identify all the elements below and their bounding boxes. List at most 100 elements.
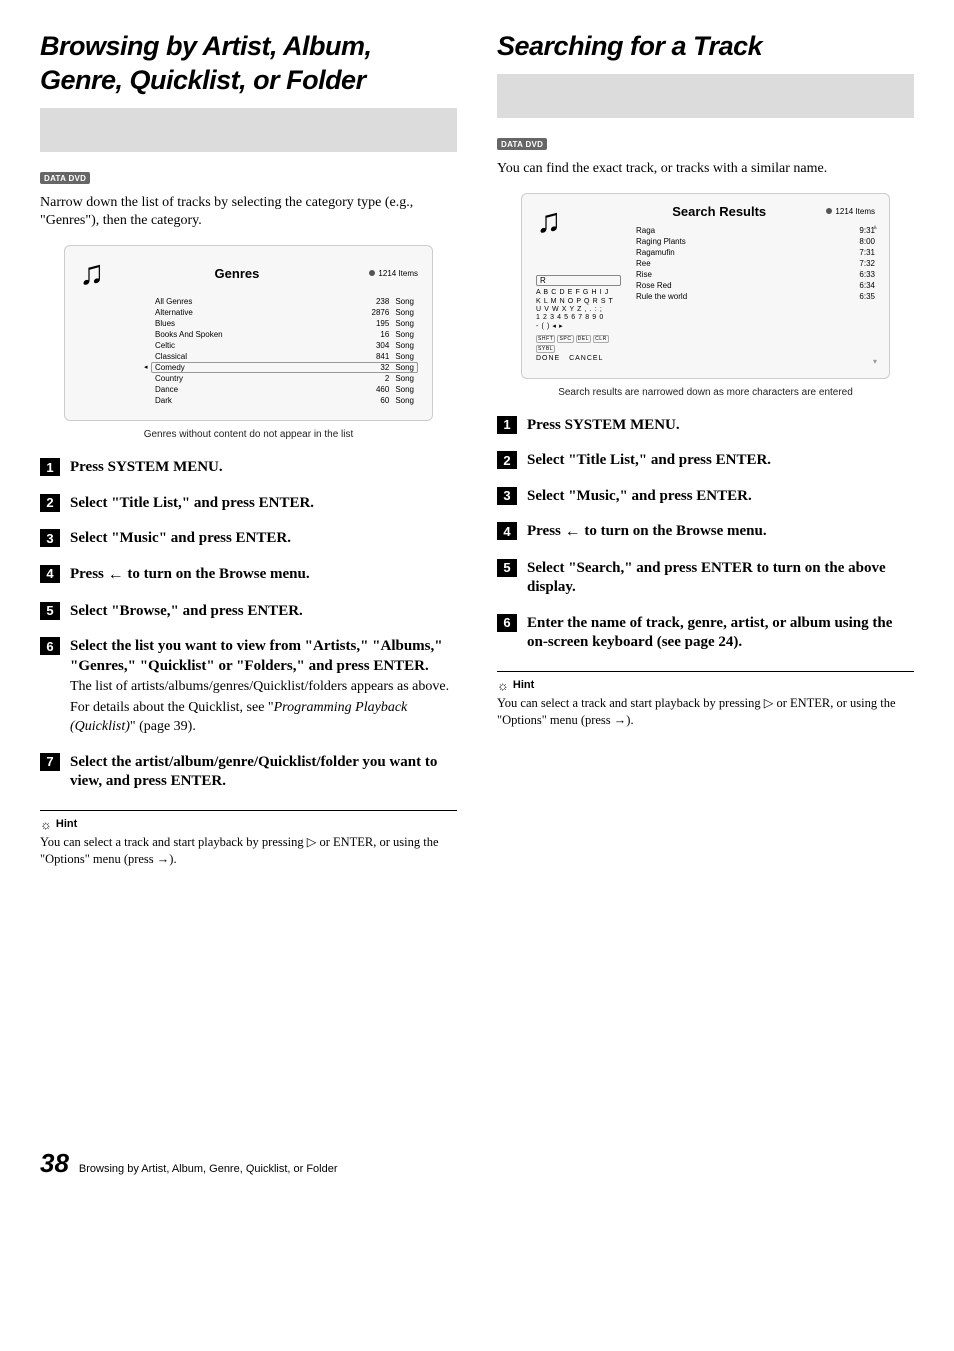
step: 7 Select the artist/album/genre/Quicklist… [40,753,457,792]
search-result-row[interactable]: Rose Red6:34 [636,280,875,291]
search-input-box[interactable]: R [536,275,621,287]
genre-list: All Genres238SongAlternative2876SongBlue… [151,296,418,406]
search-result-row[interactable]: Raga9:31 [636,225,875,236]
gray-bar [497,74,914,118]
right-column: Searching for a Track DATA DVD You can f… [497,30,914,868]
step-title: Select "Music," and press ENTER. [527,487,914,507]
genre-row[interactable]: Classical841Song [151,351,418,362]
step-title: Press SYSTEM MENU. [70,458,457,478]
step-number: 3 [497,487,517,505]
step: 1 Press SYSTEM MENU. [497,416,914,436]
scroll-up-icon: ▴ [873,222,877,231]
step-number: 6 [40,637,60,655]
genre-row[interactable]: Celtic304Song [151,340,418,351]
step-title: Select "Search," and press ENTER to turn… [527,559,914,598]
step-title: Press ← to turn on the Browse menu. [70,565,457,586]
cancel-button[interactable]: CANCEL [569,355,603,362]
divider [497,671,914,672]
step-number: 6 [497,614,517,632]
heading-searching: Searching for a Track [497,30,914,64]
hint-text: You can select a track and start playbac… [497,695,914,729]
hint-heading: Hint [497,678,914,693]
search-result-row[interactable]: Rule the world6:35 [636,291,875,302]
step-number: 5 [497,559,517,577]
right-steps: 1 Press SYSTEM MENU. 2 Select "Title List,"… [497,416,914,653]
footer: 38 Browsing by Artist, Album, Genre, Qui… [40,1148,914,1179]
kb-sybl-button[interactable]: SYBL [536,345,555,353]
genre-row[interactable]: Books And Spoken16Song [151,329,418,340]
step-title: Select the artist/album/genre/Quicklist/… [70,753,457,792]
kb-spc-button[interactable]: SPC [557,335,573,343]
step: 2 Select "Title List," and press ENTER. [40,494,457,514]
search-caption: Search results are narrowed down as more… [497,387,914,398]
step-title: Select "Music" and press ENTER. [70,529,457,549]
scroll-down-icon: ▾ [873,357,877,366]
screenshot-title: Search Results [626,204,812,219]
step-number: 1 [497,416,517,434]
step-number: 2 [40,494,60,512]
step: 5 Select "Browse," and press ENTER. [40,602,457,622]
data-dvd-tag: DATA DVD [497,138,547,150]
gray-bar [40,108,457,152]
step: 6 Enter the name of track, genre, artist,… [497,614,914,653]
step-number: 4 [497,522,517,540]
step-title: Enter the name of track, genre, artist, … [527,614,914,653]
footer-title: Browsing by Artist, Album, Genre, Quickl… [79,1163,338,1175]
step-note: For details about the Quicklist, see "Pr… [70,699,457,737]
genres-screenshot: ♫ Genres 1214 Items All Genres238SongAlt… [64,245,433,421]
search-result-row[interactable]: Raging Plants8:00 [636,236,875,247]
search-result-row[interactable]: Ree7:32 [636,258,875,269]
step-title: Select "Browse," and press ENTER. [70,602,457,622]
step-title: Press ← to turn on the Browse menu. [527,522,914,543]
step: 2 Select "Title List," and press ENTER. [497,451,914,471]
genres-caption: Genres without content do not appear in … [40,429,457,440]
step-title: Press SYSTEM MENU. [527,416,914,436]
step: 1 Press SYSTEM MENU. [40,458,457,478]
search-screenshot: ♫ Search Results 1214 Items ▴ R A B C D … [521,193,890,379]
kb-clr-button[interactable]: CLR [593,335,609,343]
genre-row[interactable]: Dark60Song [151,395,418,406]
genre-row[interactable]: Blues195Song [151,318,418,329]
data-dvd-tag: DATA DVD [40,172,90,184]
step-title: Select the list you want to view from "A… [70,637,457,676]
search-result-row[interactable]: Rise6:33 [636,269,875,280]
music-icon: ♫ [79,256,105,290]
search-result-row[interactable]: Ragamufin7:31 [636,247,875,258]
step-title: Select "Title List," and press ENTER. [70,494,457,514]
step: 4 Press ← to turn on the Browse menu. [497,522,914,543]
intro-text: You can find the exact track, or tracks … [497,160,914,179]
genre-row[interactable]: Alternative2876Song [151,307,418,318]
step: 3 Select "Music" and press ENTER. [40,529,457,549]
step-note: The list of artists/albums/genres/Quickl… [70,678,457,697]
genre-row[interactable]: Dance460Song [151,384,418,395]
step-number: 4 [40,565,60,583]
onscreen-keyboard: R A B C D E F G H I J K L M N O P Q R S … [536,275,621,364]
step-title: Select "Title List," and press ENTER. [527,451,914,471]
step: 4 Press ← to turn on the Browse menu. [40,565,457,586]
heading-browsing: Browsing by Artist, Album, Genre, Quickl… [40,30,457,98]
step: 3 Select "Music," and press ENTER. [497,487,914,507]
divider [40,810,457,811]
step-number: 5 [40,602,60,620]
kb-del-button[interactable]: DEL [576,335,592,343]
step-number: 1 [40,458,60,476]
item-count: 1214 Items [826,207,875,216]
item-count: 1214 Items [369,269,418,278]
left-column: Browsing by Artist, Album, Genre, Quickl… [40,30,457,868]
step: 6 Select the list you want to view from "… [40,637,457,737]
step-number: 2 [497,451,517,469]
genre-row[interactable]: Comedy32Song [151,362,418,373]
search-results-list: Raga9:31Raging Plants8:00Ragamufin7:31Re… [636,225,875,302]
done-button[interactable]: DONE [536,355,560,362]
hint-text: You can select a track and start playbac… [40,834,457,868]
kb-shft-button[interactable]: SHFT [536,335,555,343]
left-steps: 1 Press SYSTEM MENU. 2 Select "Title List,"… [40,458,457,791]
screenshot-title: Genres [119,266,356,281]
step: 5 Select "Search," and press ENTER to tur… [497,559,914,598]
hint-heading: Hint [40,817,457,832]
genre-row[interactable]: Country2Song [151,373,418,384]
step-number: 7 [40,753,60,771]
music-icon: ♫ [536,204,562,238]
step-number: 3 [40,529,60,547]
genre-row[interactable]: All Genres238Song [151,296,418,307]
